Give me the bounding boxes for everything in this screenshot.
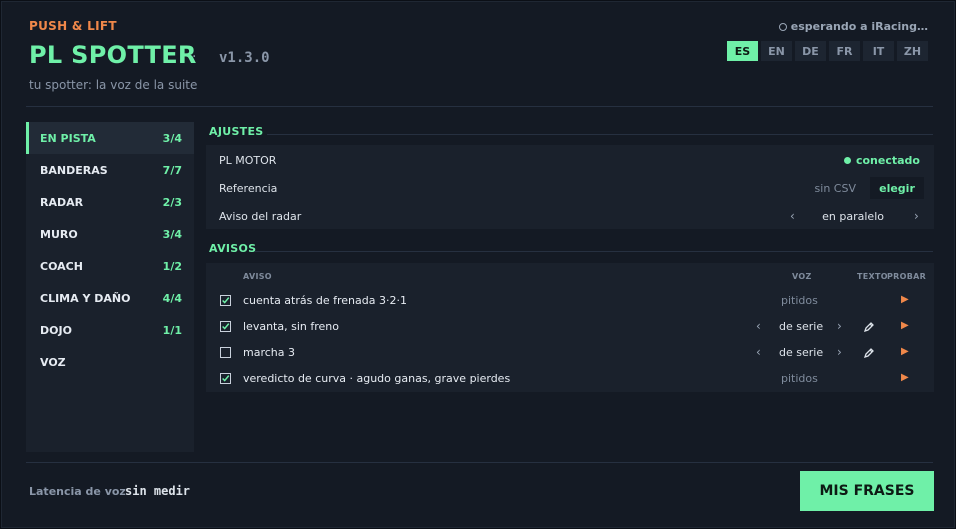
- choose-reference-button[interactable]: elegir: [870, 177, 924, 199]
- sidebar-item-label: CLIMA Y DAÑO: [40, 291, 131, 305]
- radar-next-button[interactable]: ›: [914, 209, 919, 223]
- voice-prev-button[interactable]: ‹: [756, 319, 761, 333]
- version-label: v1.3.0: [219, 50, 270, 66]
- alert-voice: pitidos: [781, 294, 818, 307]
- sidebar-item-radar[interactable]: RADAR 2/3: [26, 186, 194, 218]
- check-icon: [222, 297, 230, 304]
- play-icon[interactable]: ▶: [901, 320, 909, 331]
- sidebar-item-count: 4/4: [162, 291, 182, 305]
- setting-row-motor: PL MOTOR conectado: [206, 146, 934, 174]
- brand-label: PUSH & LIFT: [29, 19, 117, 33]
- alert-label: veredicto de curva · agudo ganas, grave …: [243, 372, 511, 385]
- alerts-section-title: AVISOS: [209, 242, 257, 255]
- sidebar-item-count: 1/2: [162, 259, 182, 273]
- sidebar-item-label: VOZ: [40, 355, 66, 369]
- alert-voice: pitidos: [781, 372, 818, 385]
- header-divider: [26, 106, 933, 107]
- status-ring-icon: [778, 22, 787, 31]
- radar-value: en paralelo: [822, 209, 884, 223]
- settings-section-line: [267, 134, 933, 135]
- sidebar-item-banderas[interactable]: BANDERAS 7/7: [26, 154, 194, 186]
- table-row: veredicto de curva · agudo ganas, grave …: [206, 366, 934, 392]
- motor-status-badge: conectado: [843, 153, 920, 167]
- app-window: PUSH & LIFT PL SPOTTER · v1.3.0 tu spott…: [1, 1, 955, 528]
- alert-checkbox[interactable]: [220, 347, 231, 358]
- sidebar-item-muro[interactable]: MURO 3/4: [26, 218, 194, 250]
- sidebar-item-label: MURO: [40, 227, 78, 241]
- setting-label: Referencia: [219, 181, 278, 195]
- sidebar-item-count: 3/4: [162, 131, 182, 145]
- setting-row-reference: Referencia sin CSV elegir: [206, 174, 934, 202]
- lang-zh-button[interactable]: ZH: [897, 41, 928, 61]
- alert-label: marcha 3: [243, 346, 295, 359]
- sidebar-item-label: DOJO: [40, 323, 72, 337]
- play-icon[interactable]: ▶: [901, 346, 909, 357]
- radar-prev-button[interactable]: ‹: [790, 209, 795, 223]
- voice-prev-button[interactable]: ‹: [756, 345, 761, 359]
- column-header-voz: VOZ: [792, 272, 812, 281]
- play-icon[interactable]: ▶: [901, 372, 909, 383]
- table-row: levanta, sin freno ‹ de serie › ▶: [206, 314, 934, 340]
- alert-checkbox[interactable]: [220, 321, 231, 332]
- edit-text-icon[interactable]: [863, 321, 875, 336]
- app-title: PL SPOTTER: [29, 41, 197, 69]
- table-row: cuenta atrás de frenada 3·2·1 pitidos ▶: [206, 288, 934, 314]
- sidebar-item-coach[interactable]: COACH 1/2: [26, 250, 194, 282]
- setting-label: PL MOTOR: [219, 153, 277, 167]
- lang-de-button[interactable]: DE: [795, 41, 826, 61]
- alert-label: levanta, sin freno: [243, 320, 339, 333]
- sidebar-item-en-pista[interactable]: EN PISTA 3/4: [26, 122, 194, 154]
- settings-section-title: AJUSTES: [209, 125, 264, 138]
- setting-label: Aviso del radar: [219, 209, 302, 223]
- alert-voice: de serie: [779, 346, 824, 359]
- motor-status-text: conectado: [855, 153, 920, 167]
- sidebar-item-dojo[interactable]: DOJO 1/1: [26, 314, 194, 346]
- alert-checkbox[interactable]: [220, 295, 231, 306]
- voice-next-button[interactable]: ›: [837, 319, 842, 333]
- settings-panel: PL MOTOR conectado Referencia sin CSV el…: [206, 145, 934, 229]
- latency-label: Latencia de voz: [29, 485, 126, 498]
- alert-voice: de serie: [779, 320, 824, 333]
- sidebar-item-count: 2/3: [162, 195, 182, 209]
- lang-fr-button[interactable]: FR: [829, 41, 860, 61]
- column-header-probar: PROBAR: [887, 272, 927, 281]
- status-text: esperando a iRacing…: [790, 20, 928, 33]
- sidebar-item-label: BANDERAS: [40, 163, 108, 177]
- lang-es-button[interactable]: ES: [727, 41, 758, 61]
- sidebar: EN PISTA 3/4 BANDERAS 7/7 RADAR 2/3 MURO…: [26, 122, 194, 452]
- edit-text-icon[interactable]: [863, 347, 875, 362]
- column-header-aviso: AVISO: [243, 272, 272, 281]
- language-selector: ES EN DE FR IT ZH: [727, 41, 928, 61]
- sidebar-item-label: COACH: [40, 259, 83, 273]
- status-dot-icon: [843, 156, 851, 164]
- footer-divider: [26, 462, 933, 463]
- voice-next-button[interactable]: ›: [837, 345, 842, 359]
- alerts-section-line: [255, 251, 933, 252]
- play-icon[interactable]: ▶: [901, 294, 909, 305]
- table-row: marcha 3 ‹ de serie › ▶: [206, 340, 934, 366]
- lang-en-button[interactable]: EN: [761, 41, 792, 61]
- sidebar-item-label: RADAR: [40, 195, 84, 209]
- connection-status: esperando a iRacing…: [778, 20, 928, 33]
- reference-value: sin CSV: [814, 181, 856, 195]
- sidebar-item-voz[interactable]: VOZ: [26, 346, 194, 378]
- app-subtitle: tu spotter: la voz de la suite: [29, 78, 198, 92]
- alerts-table: AVISO VOZ TEXTO PROBAR cuenta atrás de f…: [206, 263, 934, 392]
- check-icon: [222, 375, 230, 382]
- sidebar-item-count: 3/4: [162, 227, 182, 241]
- title-separator: ·: [192, 49, 197, 65]
- setting-row-radar: Aviso del radar ‹ en paralelo ›: [206, 202, 934, 230]
- sidebar-item-label: EN PISTA: [40, 131, 96, 145]
- my-phrases-button[interactable]: MIS FRASES: [800, 471, 934, 511]
- alert-checkbox[interactable]: [220, 373, 231, 384]
- sidebar-item-clima-y-dano[interactable]: CLIMA Y DAÑO 4/4: [26, 282, 194, 314]
- column-header-texto: TEXTO: [857, 272, 888, 281]
- lang-it-button[interactable]: IT: [863, 41, 894, 61]
- sidebar-item-count: 1/1: [162, 323, 182, 337]
- latency-value: sin medir: [125, 484, 191, 498]
- check-icon: [222, 323, 230, 330]
- alert-label: cuenta atrás de frenada 3·2·1: [243, 294, 407, 307]
- sidebar-item-count: 7/7: [162, 163, 182, 177]
